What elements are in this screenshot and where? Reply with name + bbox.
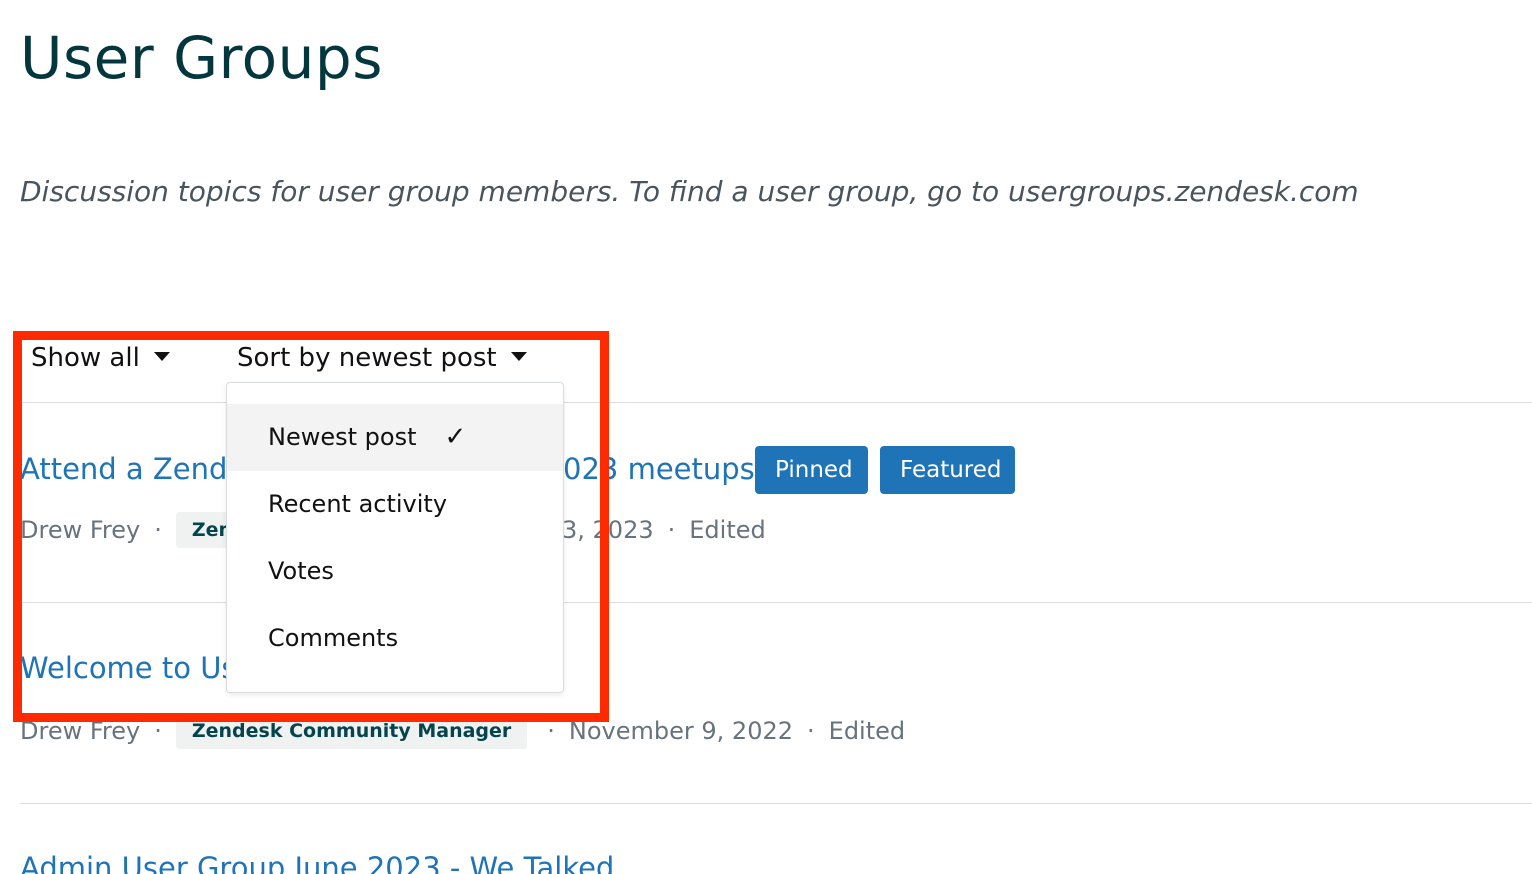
caret-down-icon: [510, 352, 527, 361]
pinned-badge: Pinned: [755, 446, 868, 494]
sort-option-label: Newest post: [268, 423, 417, 451]
separator: ·: [154, 516, 162, 544]
author-role-tag: Zendesk Community Manager: [175, 713, 528, 749]
post-title-link[interactable]: Attend a Zende: [20, 449, 245, 489]
separator: ·: [154, 717, 162, 745]
author-name[interactable]: Drew Frey: [20, 516, 140, 544]
edited-label: Edited: [689, 516, 766, 544]
checkmark-icon: ✓: [444, 422, 467, 452]
post-title-text: Admin User Group June 2023 - We Talked: [20, 851, 615, 874]
caret-down-icon: [153, 352, 170, 361]
show-all-filter-button[interactable]: Show all: [31, 340, 170, 376]
page-title: User Groups: [20, 24, 383, 92]
sort-dropdown-menu: Newest post ✓ Recent activity Votes Comme…: [226, 382, 564, 693]
sort-option-label: Comments: [268, 624, 399, 652]
post-date: November 9, 2022: [568, 717, 794, 745]
page: User Groups Discussion topics for user g…: [0, 0, 1532, 874]
post-title-link[interactable]: Admin User Group June 2023 - We Talked: [20, 848, 614, 874]
separator: ·: [807, 717, 815, 745]
edited-label: Edited: [828, 717, 906, 745]
post-title-text: 023 meetups: [563, 452, 755, 486]
sort-by-button[interactable]: Sort by newest post: [237, 340, 527, 376]
separator: ·: [667, 516, 676, 544]
sort-option-recent-activity[interactable]: Recent activity: [227, 471, 563, 538]
post-meta-continued: 3, 2023 · Edited: [562, 512, 766, 548]
post-meta: Drew Frey · Zen: [20, 512, 249, 548]
post-date: 3, 2023: [562, 516, 654, 544]
sort-option-newest-post[interactable]: Newest post ✓: [227, 404, 563, 471]
separator: ·: [547, 717, 555, 745]
sort-option-votes[interactable]: Votes: [227, 538, 563, 605]
post-title-link[interactable]: Welcome to Us: [20, 648, 237, 688]
post-title-text: Welcome to Us: [20, 651, 237, 685]
post-title-link-continued[interactable]: 023 meetups: [563, 449, 755, 489]
featured-badge: Featured: [880, 446, 1015, 494]
sort-option-label: Recent activity: [268, 490, 448, 518]
sort-option-comments[interactable]: Comments: [227, 605, 563, 672]
post-title-text: Attend a Zende: [20, 452, 246, 486]
post-meta: Drew Frey · Zendesk Community Manager · …: [20, 713, 905, 749]
show-all-label: Show all: [31, 343, 140, 373]
author-name[interactable]: Drew Frey: [20, 717, 140, 745]
divider: [20, 803, 1532, 804]
page-description: Discussion topics for user group members…: [20, 175, 1359, 208]
sort-option-label: Votes: [268, 557, 334, 585]
sort-by-label: Sort by newest post: [237, 343, 497, 373]
